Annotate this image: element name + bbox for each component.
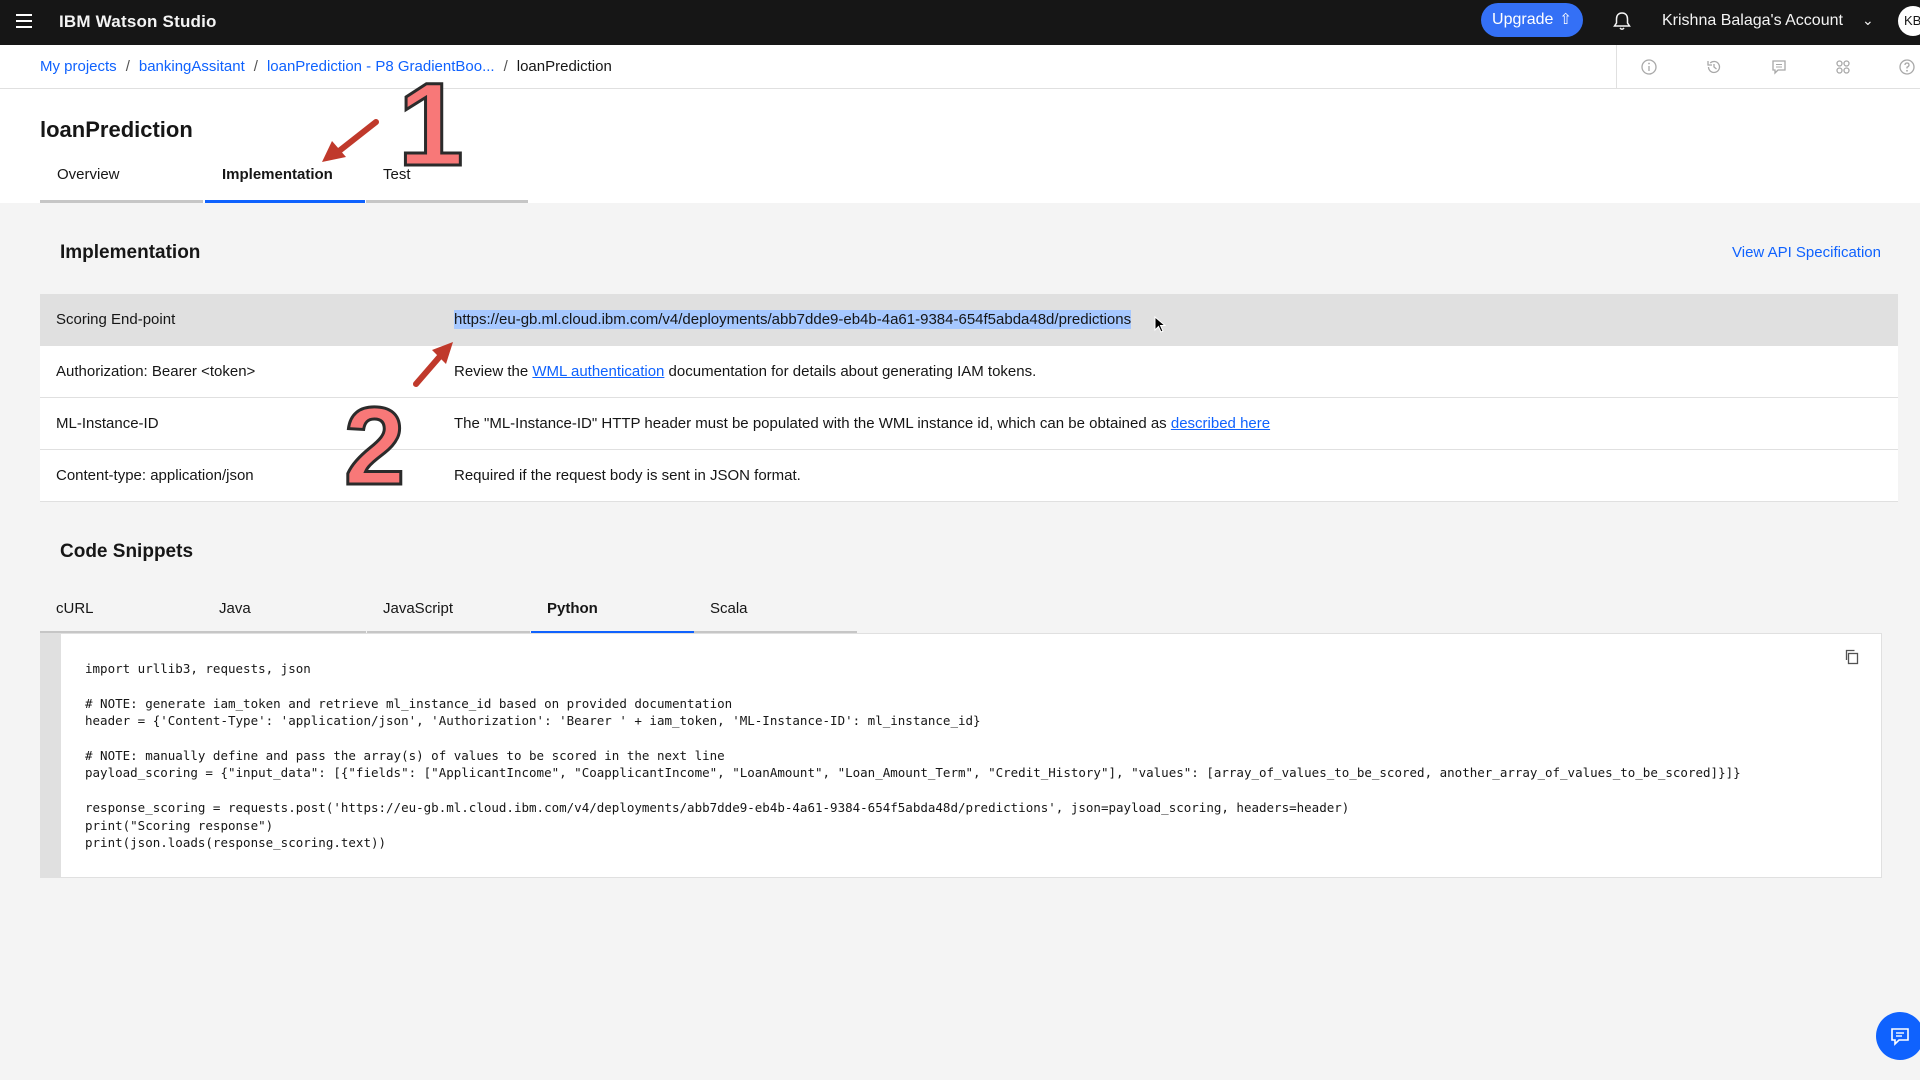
toolbar-divider bbox=[1616, 45, 1617, 88]
annotation-arrow-2 bbox=[413, 342, 453, 387]
row-value: The "ML-Instance-ID" HTTP header must be… bbox=[454, 415, 1270, 432]
page-title: loanPrediction bbox=[40, 117, 193, 142]
upgrade-button[interactable]: Upgrade ⇧ bbox=[1481, 3, 1583, 37]
comment-icon[interactable] bbox=[1770, 58, 1788, 76]
code-snippet-area[interactable]: import urllib3, requests, json # NOTE: g… bbox=[60, 633, 1882, 878]
wml-authentication-link[interactable]: WML authentication bbox=[532, 363, 664, 380]
breadcrumb-separator: / bbox=[253, 58, 258, 75]
row-key: Authorization: Bearer <token> bbox=[56, 363, 256, 380]
row-key: Scoring End-point bbox=[56, 311, 176, 328]
breadcrumb-my-projects[interactable]: My projects bbox=[40, 58, 117, 75]
menu-icon[interactable] bbox=[14, 11, 34, 31]
row-value-text: documentation for details about generati… bbox=[664, 363, 1037, 380]
upgrade-label: Upgrade bbox=[1492, 11, 1554, 28]
app-title[interactable]: IBM Watson Studio bbox=[59, 12, 217, 32]
copy-icon[interactable] bbox=[1843, 648, 1861, 666]
breadcrumb-current: loanPrediction bbox=[516, 58, 612, 75]
breadcrumb-separator: / bbox=[125, 58, 130, 75]
code-snippet-tabs: cURL Java JavaScript Python Scala bbox=[40, 590, 857, 634]
row-value: Required if the request body is sent in … bbox=[454, 467, 801, 484]
tab-scala[interactable]: Scala bbox=[694, 590, 857, 634]
described-here-link[interactable]: described here bbox=[1171, 415, 1270, 432]
avatar[interactable]: KB bbox=[1898, 6, 1920, 36]
help-icon[interactable] bbox=[1898, 58, 1916, 76]
row-key: ML-Instance-ID bbox=[56, 415, 159, 432]
annotation-number-2: 2 bbox=[342, 385, 406, 508]
annotation-number-1: 1 bbox=[397, 59, 466, 191]
implementation-title: Implementation bbox=[60, 242, 201, 263]
top-bar: IBM Watson Studio Upgrade ⇧ Krishna Balag… bbox=[0, 0, 1920, 45]
row-key: Content-type: application/json bbox=[56, 467, 254, 484]
tab-java[interactable]: Java bbox=[203, 590, 366, 634]
row-value-text: Review the bbox=[454, 363, 533, 380]
notification-bell-icon[interactable] bbox=[1611, 10, 1633, 32]
table-row: Authorization: Bearer <token> Review the… bbox=[40, 346, 1898, 398]
code-snippet-text[interactable]: import urllib3, requests, json # NOTE: g… bbox=[85, 660, 1741, 851]
account-switcher[interactable]: Krishna Balaga's Account bbox=[1662, 12, 1843, 30]
row-value-text: The "ML-Instance-ID" HTTP header must be… bbox=[454, 415, 1171, 432]
chat-support-button[interactable] bbox=[1876, 1012, 1920, 1060]
table-row: Content-type: application/json Required … bbox=[40, 450, 1898, 502]
scoring-endpoint-url[interactable]: https://eu-gb.ml.cloud.ibm.com/v4/deploy… bbox=[454, 310, 1132, 329]
info-icon[interactable] bbox=[1640, 58, 1658, 76]
chevron-down-icon[interactable]: ⌄ bbox=[1862, 12, 1874, 29]
tab-overview[interactable]: Overview bbox=[40, 157, 203, 203]
row-value: Review the WML authentication documentat… bbox=[454, 363, 1036, 380]
view-api-specification-link[interactable]: View API Specification bbox=[1732, 244, 1881, 261]
tab-javascript[interactable]: JavaScript bbox=[367, 590, 530, 634]
breadcrumb-separator: / bbox=[503, 58, 508, 75]
history-icon[interactable] bbox=[1705, 58, 1723, 76]
tab-curl[interactable]: cURL bbox=[40, 590, 203, 634]
chat-icon bbox=[1891, 1028, 1909, 1046]
apps-icon[interactable] bbox=[1834, 58, 1852, 76]
breadcrumb-bar: My projects / bankingAssitant / loanPredicti… bbox=[0, 45, 1920, 89]
mouse-cursor-icon bbox=[1154, 316, 1166, 333]
annotation-arrow-1 bbox=[322, 119, 379, 162]
code-snippet-panel: import urllib3, requests, json # NOTE: g… bbox=[40, 633, 1898, 878]
table-row: ML-Instance-ID The "ML-Instance-ID" HTTP… bbox=[40, 398, 1898, 450]
breadcrumb: My projects / bankingAssitant / loanPredicti… bbox=[40, 58, 612, 75]
implementation-table: Scoring End-point https://eu-gb.ml.cloud… bbox=[40, 294, 1898, 502]
table-row: Scoring End-point https://eu-gb.ml.cloud… bbox=[40, 294, 1898, 346]
upgrade-arrow-icon: ⇧ bbox=[1559, 11, 1572, 28]
code-snippets-title: Code Snippets bbox=[60, 541, 194, 562]
endpoint-url-text[interactable]: https://eu-gb.ml.cloud.ibm.com/v4/deploy… bbox=[454, 310, 1132, 329]
breadcrumb-project[interactable]: bankingAssitant bbox=[139, 58, 245, 75]
page-header: My projects / bankingAssitant / loanPredicti… bbox=[0, 45, 1920, 203]
tab-python[interactable]: Python bbox=[531, 590, 694, 634]
